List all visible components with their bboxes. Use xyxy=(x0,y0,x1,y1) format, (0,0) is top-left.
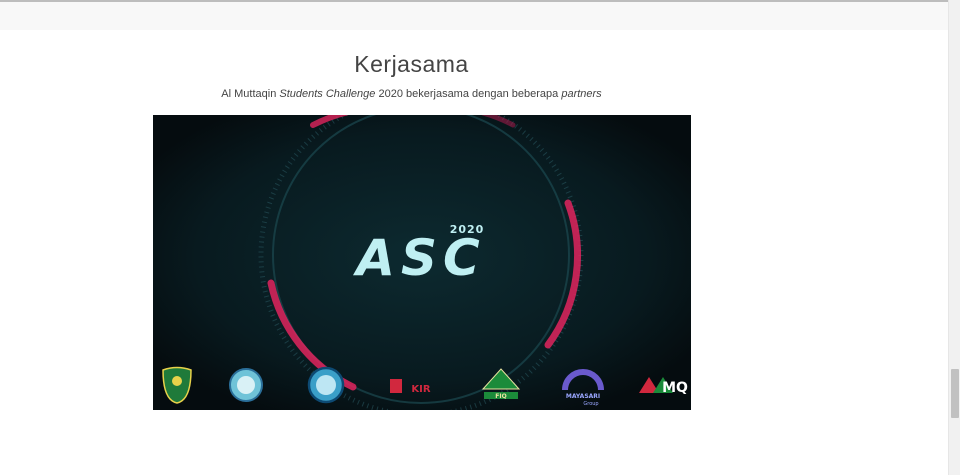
section-title: Kerjasama xyxy=(354,51,469,77)
subtitle-part-4: partners xyxy=(561,88,602,100)
kir-label: KIR xyxy=(411,384,430,395)
school-seal-icon xyxy=(229,368,263,402)
asc-logo-year: 2020 xyxy=(450,223,485,236)
amq-label: MQ xyxy=(662,380,688,396)
subtitle-part-3: 2020 bekerjasama dengan beberapa xyxy=(375,88,562,100)
section-subtitle: Al Muttaqin Students Challenge 2020 beke… xyxy=(0,88,823,100)
subtitle-part-2: Students Challenge xyxy=(279,88,376,100)
partners-video[interactable]: ASC 2020 KIR FIQ MAYASARI Group MQ xyxy=(153,115,691,410)
kerjasama-section: Kerjasama Al Muttaqin Students Challenge… xyxy=(0,30,948,475)
school-seal-icon xyxy=(307,366,345,404)
subtitle-part-1: Al Muttaqin xyxy=(221,88,280,100)
scrollbar-thumb[interactable] xyxy=(951,369,959,418)
vertical-scrollbar[interactable] xyxy=(948,0,960,475)
corner-toggle[interactable] xyxy=(938,6,944,12)
top-band xyxy=(0,0,948,30)
asc-logo: ASC xyxy=(352,229,485,287)
mayasari-sub-label: Group xyxy=(583,401,598,407)
fiq-label: FIQ xyxy=(495,393,506,400)
mayasari-label: MAYASARI xyxy=(566,393,600,400)
